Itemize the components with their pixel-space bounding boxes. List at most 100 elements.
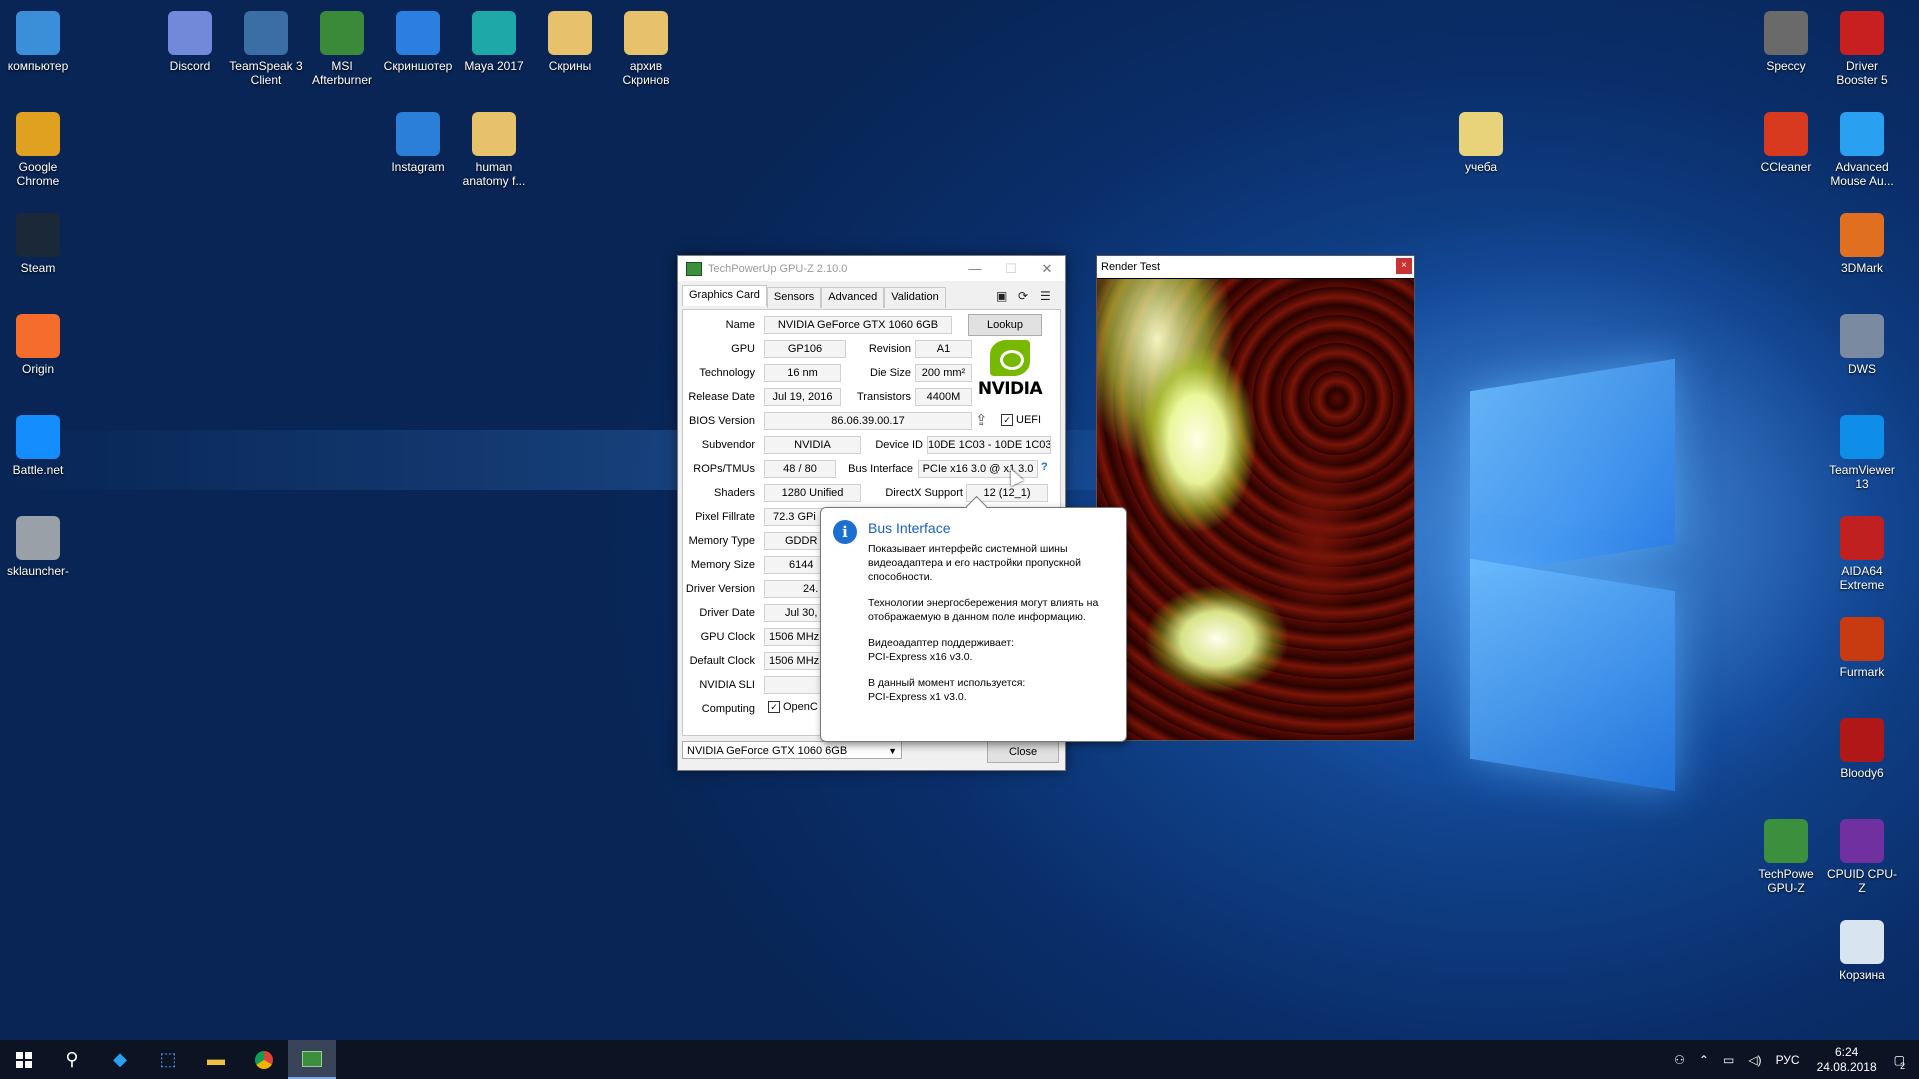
chevron-up-icon[interactable]: ⌃: [1699, 1053, 1709, 1067]
desktop-icon[interactable]: human anatomy f...: [456, 106, 532, 188]
name-field[interactable]: NVIDIA GeForce GTX 1060 6GB: [764, 316, 952, 334]
close-window-button[interactable]: ✕: [1029, 256, 1065, 281]
desktop-icon[interactable]: архив Скринов: [608, 5, 684, 87]
desktop-icon[interactable]: Google Chrome: [0, 106, 76, 188]
menu-icon[interactable]: ☰: [1040, 289, 1051, 303]
taskbar-file-explorer[interactable]: ▬: [192, 1040, 240, 1079]
desktop-icon[interactable]: sklauncher-: [0, 510, 76, 578]
desktop-icon[interactable]: учеба: [1443, 106, 1519, 174]
notification-center-icon[interactable]: ▢ 2: [1894, 1053, 1905, 1071]
tab-validation[interactable]: Validation: [884, 287, 946, 308]
uefi-label: UEFI: [1016, 414, 1042, 426]
desktop-icon-label: Advanced Mouse Au...: [1830, 160, 1894, 188]
taskbar-diamond-app[interactable]: ◆: [96, 1040, 144, 1079]
nvidia-sli-field[interactable]: [764, 676, 826, 694]
desktop-icon[interactable]: Furmark: [1824, 611, 1900, 679]
desktop-icon[interactable]: Bloody6: [1824, 712, 1900, 780]
desktop-icon-label: учеба: [1464, 160, 1498, 174]
technology-label: Technology: [699, 367, 755, 379]
minimize-button[interactable]: —: [957, 256, 993, 281]
device-id-field[interactable]: 10DE 1C03 - 10DE 1C03: [927, 436, 1051, 454]
desktop-icon-label: TechPowe GPU-Z: [1758, 867, 1814, 895]
desktop-icon[interactable]: MSI Afterburner: [304, 5, 380, 87]
clock[interactable]: 6:24 24.08.2018: [1817, 1045, 1877, 1075]
revision-field[interactable]: A1: [915, 340, 972, 358]
desktop-icon[interactable]: TechPowe GPU-Z: [1748, 813, 1824, 895]
close-button[interactable]: Close: [987, 741, 1059, 763]
desktop-icon[interactable]: TeamViewer 13: [1824, 409, 1900, 491]
gpuz-app-icon: [686, 261, 702, 276]
desktop-icon[interactable]: Steam: [0, 207, 76, 275]
desktop-icon[interactable]: Battle.net: [0, 409, 76, 477]
gpuz-titlebar[interactable]: TechPowerUp GPU-Z 2.10.0 — ☐ ✕: [678, 256, 1065, 281]
help-icon[interactable]: ?: [1041, 461, 1048, 473]
share-icon[interactable]: ⇪: [975, 411, 988, 429]
opencl-checkbox[interactable]: ✓ OpenC: [768, 701, 818, 714]
people-icon[interactable]: ⚇: [1674, 1053, 1685, 1067]
shaders-field[interactable]: 1280 Unified: [764, 484, 861, 502]
uefi-check-icon: ✓: [1001, 414, 1013, 427]
camera-icon[interactable]: ▣: [996, 289, 1007, 303]
taskbar-gpuz[interactable]: [288, 1040, 336, 1079]
desktop-icon[interactable]: DWS: [1824, 308, 1900, 376]
desktop-icon[interactable]: Instagram: [380, 106, 456, 174]
teamspeak-icon: [244, 11, 288, 55]
maximize-button[interactable]: ☐: [993, 256, 1029, 281]
gpu-field[interactable]: GP106: [764, 340, 846, 358]
desktop-icon[interactable]: 3DMark: [1824, 207, 1900, 275]
desktop-icon[interactable]: Скрины: [532, 5, 608, 73]
rops-tmus-field[interactable]: 48 / 80: [764, 460, 836, 478]
render-test-titlebar[interactable]: Render Test ×: [1097, 256, 1414, 278]
transistors-field[interactable]: 4400M: [915, 388, 972, 406]
render-close-button[interactable]: ×: [1396, 258, 1412, 274]
lookup-button[interactable]: Lookup: [968, 314, 1042, 336]
desktop-icon[interactable]: TeamSpeak 3 Client: [228, 5, 304, 87]
origin-icon: [16, 314, 60, 358]
desktop-icon[interactable]: Advanced Mouse Au...: [1824, 106, 1900, 188]
technology-field[interactable]: 16 nm: [764, 364, 841, 382]
die-size-field[interactable]: 200 mm²: [915, 364, 972, 382]
memory-type-label: Memory Type: [688, 535, 755, 547]
tab-advanced[interactable]: Advanced: [821, 287, 885, 308]
desktop-icon[interactable]: Origin: [0, 308, 76, 376]
cube-icon: [16, 516, 60, 560]
taskbar-screenshot-app[interactable]: ⬚: [144, 1040, 192, 1079]
desktop-icon[interactable]: CPUID CPU-Z: [1824, 813, 1900, 895]
volume-icon[interactable]: ◁): [1748, 1053, 1761, 1067]
rops-tmus-label: ROPs/TMUs: [693, 463, 755, 475]
aida64-icon: [1840, 516, 1884, 560]
desktop-icon[interactable]: компьютер: [0, 5, 76, 73]
uefi-checkbox[interactable]: ✓ UEFI: [1001, 414, 1042, 427]
nvidia-wordmark: NVIDIA: [977, 379, 1043, 399]
computing-label: Computing: [701, 703, 755, 715]
refresh-icon[interactable]: ⟳: [1018, 289, 1028, 303]
gpuz-icon: [302, 1050, 322, 1067]
desktop-icon[interactable]: Speccy: [1748, 5, 1824, 73]
desktop-icon[interactable]: Корзина: [1824, 914, 1900, 982]
tab-sensors[interactable]: Sensors: [766, 287, 822, 308]
start-button[interactable]: [0, 1040, 48, 1079]
desktop-icon[interactable]: CCleaner: [1748, 106, 1824, 174]
tab-graphics-card[interactable]: Graphics Card: [682, 285, 767, 306]
3dmark-icon: [1840, 213, 1884, 257]
chrome-icon: [16, 112, 60, 156]
driver-version-label: Driver Version: [685, 583, 755, 595]
windows-icon: [16, 1051, 32, 1068]
tooltip-paragraph: Видеоадаптер поддерживает: PCI-Express x…: [868, 637, 1015, 663]
desktop-icon[interactable]: Discord: [152, 5, 228, 73]
desktop-icon[interactable]: Maya 2017: [456, 5, 532, 73]
search-button[interactable]: ⚲: [48, 1040, 96, 1079]
release-date-field[interactable]: Jul 19, 2016: [764, 388, 841, 406]
desktop-icon-label: компьютер: [7, 59, 69, 73]
subvendor-field[interactable]: NVIDIA: [764, 436, 861, 454]
desktop-icon[interactable]: AIDA64 Extreme: [1824, 510, 1900, 592]
taskbar-chrome[interactable]: [240, 1040, 288, 1079]
desktop-icon[interactable]: Скриншотер: [380, 5, 456, 73]
network-icon[interactable]: ▭: [1723, 1053, 1734, 1067]
language-indicator[interactable]: РУС: [1776, 1053, 1800, 1067]
desktop-icon-label: Steam: [20, 261, 56, 275]
desktop-icon[interactable]: Driver Booster 5: [1824, 5, 1900, 87]
battlenet-icon: [16, 415, 60, 459]
card-select[interactable]: NVIDIA GeForce GTX 1060 6GB ▼: [682, 741, 902, 759]
bios-version-field[interactable]: 86.06.39.00.17: [764, 412, 972, 430]
